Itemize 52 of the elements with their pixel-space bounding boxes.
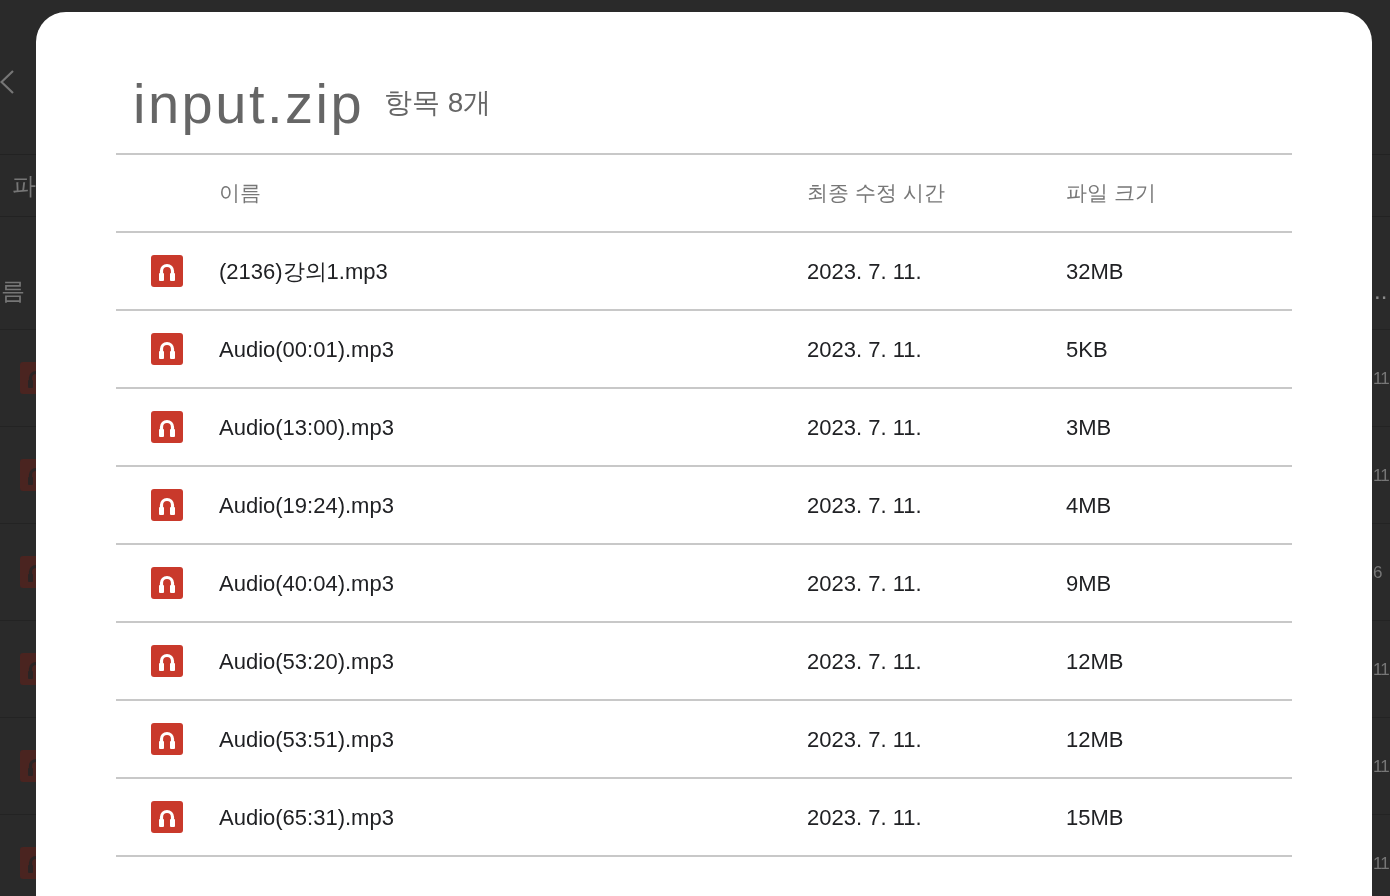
file-name: (2136)강의1.mp3	[219, 258, 388, 284]
date-text: 11	[1373, 660, 1390, 678]
file-icon	[20, 362, 36, 394]
file-name: Audio(00:01).mp3	[219, 336, 394, 362]
column-header: 름	[0, 279, 25, 303]
file-size: 5KB	[1066, 336, 1108, 362]
date-text: 11	[1373, 757, 1390, 775]
tab[interactable]: 파	[12, 173, 36, 198]
headphones-icon	[151, 489, 183, 521]
modified-date: 2023. 7. 11.	[807, 570, 922, 596]
modified-date: 2023. 7. 11.	[807, 258, 922, 284]
modified-date: 2023. 7. 11.	[807, 492, 922, 518]
file-icon	[20, 556, 36, 588]
modified-date: 2023. 7. 11.	[807, 414, 922, 440]
headphones-icon	[151, 333, 183, 365]
file-size: 12MB	[1066, 648, 1124, 674]
file-icon	[20, 847, 36, 879]
column-header: ..	[1374, 279, 1389, 303]
chevron-left-icon[interactable]	[0, 70, 14, 94]
column-header[interactable]: 파일 크기	[1066, 181, 1156, 205]
modified-date: 2023. 7. 11.	[807, 726, 922, 752]
file-icon	[20, 459, 36, 491]
headphones-icon	[151, 801, 183, 833]
file-size: 15MB	[1066, 804, 1124, 830]
file-name: Audio(65:31).mp3	[219, 804, 394, 830]
file-size: 4MB	[1066, 492, 1112, 518]
file-icon	[20, 750, 36, 782]
date-text: 11	[1373, 369, 1390, 387]
file-size: 3MB	[1066, 414, 1112, 440]
file-size: 12MB	[1066, 726, 1124, 752]
file-name: Audio(19:24).mp3	[219, 492, 394, 518]
date-text: 11	[1373, 854, 1390, 872]
headphones-icon	[151, 645, 183, 677]
modified-date: 2023. 7. 11.	[807, 648, 922, 674]
file-name: Audio(53:51).mp3	[219, 726, 394, 752]
file-name: Audio(13:00).mp3	[219, 414, 394, 440]
file-size: 9MB	[1066, 570, 1112, 596]
headphones-icon	[151, 723, 183, 755]
file-name: Audio(53:20).mp3	[219, 648, 394, 674]
headphones-icon	[151, 255, 183, 287]
file-size: 32MB	[1066, 258, 1124, 284]
modified-date: 2023. 7. 11.	[807, 336, 922, 362]
item-count: 항목 8개	[384, 89, 492, 117]
column-header[interactable]: 최종 수정 시간	[807, 181, 945, 205]
date-text: 11	[1373, 466, 1390, 484]
file-icon	[20, 653, 36, 685]
headphones-icon	[151, 411, 183, 443]
column-header[interactable]: 이름	[219, 181, 261, 205]
file-name: Audio(40:04).mp3	[219, 570, 394, 596]
date-text: 6	[1373, 563, 1383, 581]
headphones-icon	[151, 567, 183, 599]
modified-date: 2023. 7. 11.	[807, 804, 922, 830]
